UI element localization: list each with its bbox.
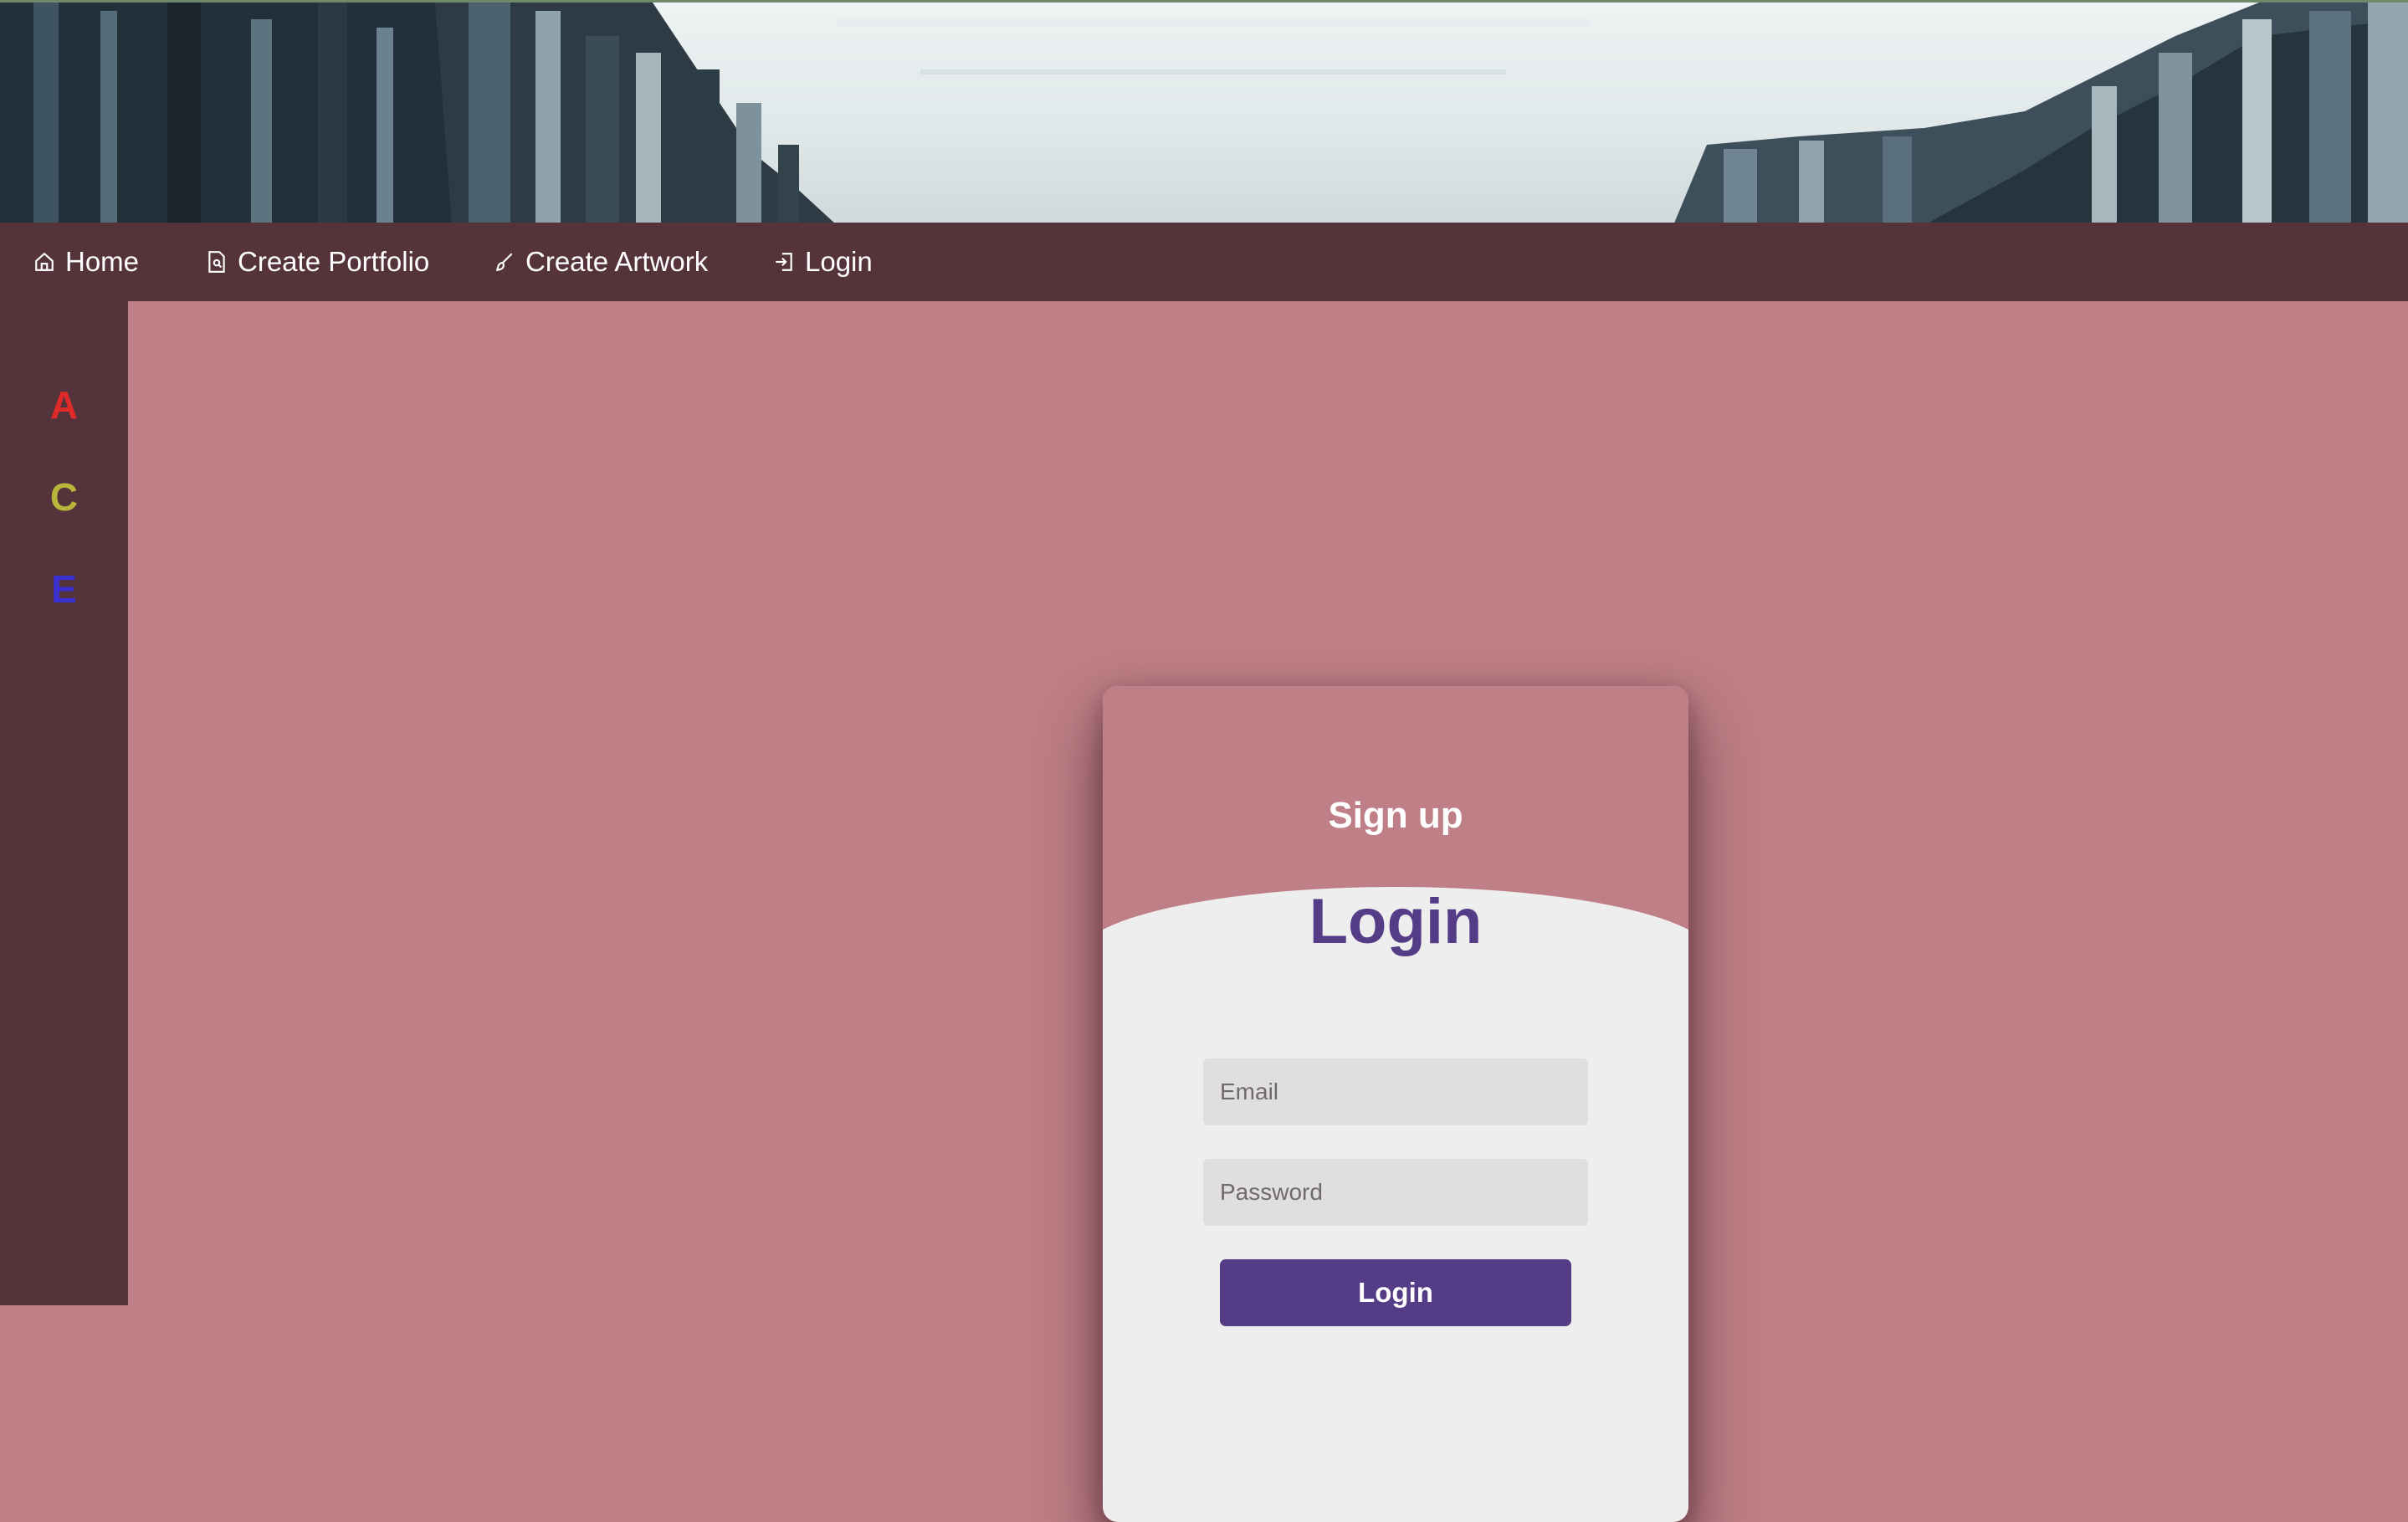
login-card: Sign up Login Login <box>1103 686 1688 1522</box>
nav-create-portfolio-label: Create Portfolio <box>238 246 430 277</box>
brush-icon <box>495 253 513 272</box>
password-input[interactable] <box>1203 1159 1588 1226</box>
email-input[interactable] <box>1203 1058 1588 1125</box>
nav-create-artwork-link[interactable]: Create Artwork <box>494 223 708 301</box>
signup-toggle-link[interactable]: Sign up <box>1103 795 1688 837</box>
sidebar-letter-c[interactable]: C <box>0 474 128 520</box>
login-title: Login <box>1309 886 1483 957</box>
left-sidebar: A C E <box>0 301 128 1305</box>
nav-home-link[interactable]: Home <box>33 223 139 301</box>
nav-create-portfolio-link[interactable]: Create Portfolio <box>206 223 429 301</box>
nav-home-label: Home <box>65 246 140 277</box>
login-icon <box>776 253 792 271</box>
sidebar-letter-a[interactable]: A <box>0 382 128 428</box>
home-icon <box>35 252 54 271</box>
document-icon <box>208 251 225 273</box>
nav-login-link[interactable]: Login <box>773 223 873 301</box>
sidebar-letter-e[interactable]: E <box>0 566 128 612</box>
main-content: Sign up Login Login <box>128 301 2408 1522</box>
nav-create-artwork-label: Create Artwork <box>525 246 709 277</box>
top-nav: Home Create Portfolio Create Artwork Log… <box>0 223 2408 301</box>
header-banner-image <box>0 0 2408 223</box>
login-submit-button[interactable]: Login <box>1220 1259 1571 1326</box>
nav-login-label: Login <box>805 246 873 277</box>
